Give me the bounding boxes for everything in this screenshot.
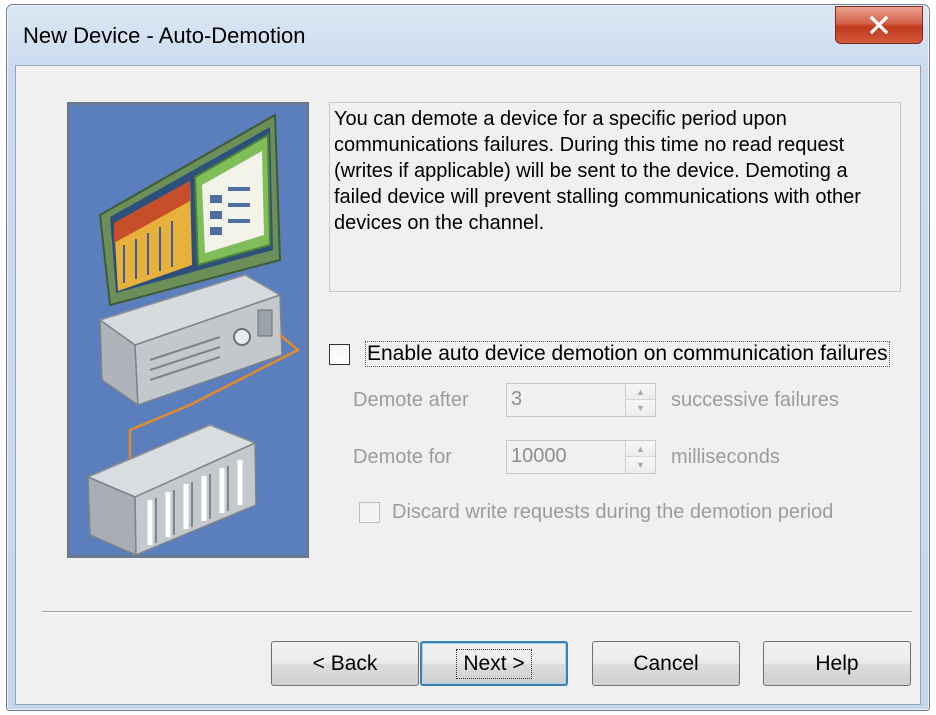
separator <box>42 611 912 613</box>
help-button[interactable]: Help <box>763 641 911 686</box>
dialog-client-area: You can demote a device for a specific p… <box>15 65 921 705</box>
demote-after-spin-buttons: ▲ ▼ <box>625 384 655 416</box>
enable-demotion-label[interactable]: Enable auto device demotion on communica… <box>365 341 890 367</box>
demote-for-label: Demote for <box>353 446 452 468</box>
wizard-illustration <box>67 102 309 558</box>
cancel-button[interactable]: Cancel <box>592 641 740 686</box>
help-button-label: Help <box>815 651 859 675</box>
enable-demotion-checkbox[interactable] <box>329 344 350 365</box>
next-button[interactable]: Next > <box>420 641 568 686</box>
spin-up-arrow-icon[interactable]: ▲ <box>626 441 655 457</box>
spin-down-arrow-icon[interactable]: ▼ <box>626 457 655 473</box>
demote-for-value[interactable]: 10000 <box>511 445 567 468</box>
demote-after-spinner[interactable]: 3 ▲ ▼ <box>506 383 656 417</box>
milliseconds-label: milliseconds <box>671 446 780 468</box>
demote-after-value[interactable]: 3 <box>511 388 522 411</box>
description-text: You can demote a device for a specific p… <box>329 102 901 292</box>
demote-for-spin-buttons: ▲ ▼ <box>625 441 655 473</box>
close-x-icon <box>869 16 889 34</box>
dialog-window: New Device - Auto-Demotion You can demot… <box>6 4 930 711</box>
close-button[interactable] <box>835 6 923 44</box>
back-button-label: < Back <box>312 651 378 675</box>
computer-plc-illustration <box>86 113 301 555</box>
title-bar[interactable]: New Device - Auto-Demotion <box>7 5 929 65</box>
back-button[interactable]: < Back <box>271 641 419 686</box>
spin-up-arrow-icon[interactable]: ▲ <box>626 384 655 400</box>
discard-writes-label: Discard write requests during the demoti… <box>392 501 834 523</box>
demote-after-label: Demote after <box>353 389 469 411</box>
demote-for-spinner[interactable]: 10000 ▲ ▼ <box>506 440 656 474</box>
successive-failures-label: successive failures <box>671 389 839 411</box>
discard-writes-checkbox[interactable] <box>359 502 380 523</box>
cancel-button-label: Cancel <box>633 651 699 675</box>
window-title: New Device - Auto-Demotion <box>23 23 306 48</box>
next-button-label: Next > <box>456 648 532 679</box>
spin-down-arrow-icon[interactable]: ▼ <box>626 400 655 416</box>
